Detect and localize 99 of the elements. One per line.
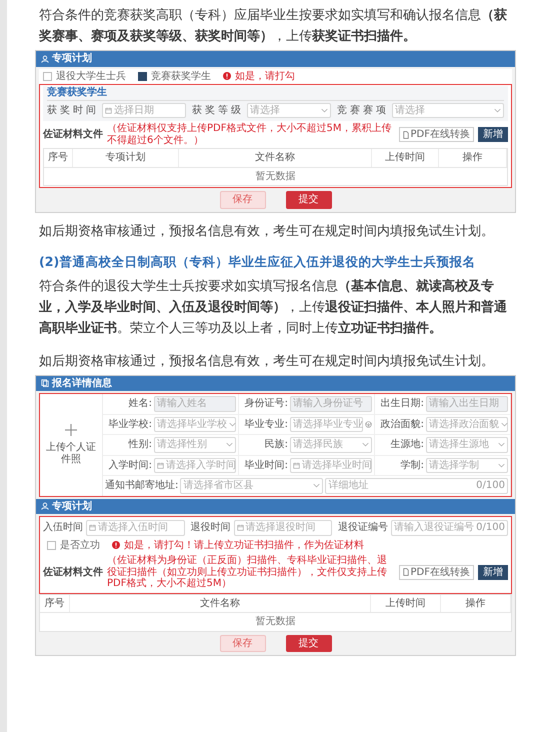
calendar-icon <box>293 462 300 469</box>
select-field[interactable]: 请选择政治面貌 <box>426 416 508 432</box>
body-paragraph: 符合条件的退役大学生士兵按要求如实填写报名信息（基本信息、就读高校及专业，入学及毕业时间、入伍及退役时间等），上传退役证扫描件、本人照片和普通高职毕业证书。荣立个人三等功及以上者，同时上传立功证书扫描件。 <box>39 278 508 338</box>
field-label: 出生日期: <box>380 398 424 410</box>
field-label: 民族: <box>264 439 288 450</box>
field-label: 毕业专业: <box>244 418 288 430</box>
column-header: 上传时间 <box>372 149 440 166</box>
chevron-down-icon <box>226 442 233 448</box>
calendar-icon <box>157 462 164 469</box>
date-field[interactable]: 请选择退役时间 <box>234 520 332 536</box>
section-heading: (2)普通高校全日制高职（专科）毕业生应征入伍并退役的大学生士兵预报名 <box>39 252 476 270</box>
select-field[interactable]: 请选择 <box>392 102 504 118</box>
add-button[interactable]: 新增 <box>478 126 508 142</box>
panel-title: 专项计划 <box>52 53 92 64</box>
pdf-convert-button[interactable]: PDF在线转换 <box>398 126 474 142</box>
checkbox-label: 退役大学生士兵 <box>56 70 126 82</box>
column-header: 操作 <box>439 149 507 166</box>
save-button[interactable]: 保存 <box>220 634 266 652</box>
photo-upload[interactable]: 上传个人证件照 <box>40 394 103 496</box>
empty-text: 暂无数据 <box>256 616 296 627</box>
field-label: 学制: <box>400 460 424 471</box>
chevron-down-icon <box>501 422 508 427</box>
column-header: 专项计划 <box>72 149 180 166</box>
note-paragraph: 如后期资格审核通过，预报名信息有效，考生可在规定时间内填报免试生计划。 <box>39 352 495 370</box>
document-icon <box>402 130 409 138</box>
field-label: 竞赛赛项 <box>337 104 390 116</box>
field-label: 入学时间: <box>108 460 152 471</box>
calendar-icon <box>89 524 96 532</box>
add-button[interactable]: 新增 <box>478 564 508 580</box>
field-label: 政治面貌: <box>380 418 424 430</box>
field-label: 生源地: <box>390 439 424 450</box>
person-icon <box>41 54 49 63</box>
select-field[interactable]: 请选择学制 <box>426 458 508 473</box>
files-note: （佐证材料为身份证（正反面）扫描件、专科毕业证扫描件、退役证扫描件（如立功则上传立功证书扫描件），文件仅支持上传PDF格式，大小不超过5M） <box>107 555 388 590</box>
select-field[interactable]: 请选择毕业学校 <box>154 416 236 432</box>
document-icon <box>402 568 409 576</box>
hint-text: 如是，请打勾 <box>235 70 295 82</box>
field-label: 退役时间 <box>190 522 231 534</box>
pdf-convert-button[interactable]: PDF在线转换 <box>398 564 474 580</box>
alert-icon <box>112 541 120 550</box>
files-label: 佐证材料文件 <box>43 128 103 140</box>
plus-icon <box>65 424 77 436</box>
section-title: 竞赛获奖学生 <box>47 87 504 100</box>
column-header: 序号 <box>40 594 70 612</box>
field-label: 姓名: <box>128 398 152 410</box>
files-note: （佐证材料仅支持上传PDF格式文件，大小不超过5M，累积上传不得超过6个文件。） <box>107 123 392 146</box>
input-field[interactable]: 详细地址 0/100 <box>325 478 508 494</box>
document-icon <box>41 379 49 388</box>
empty-text: 暂无数据 <box>256 170 296 182</box>
panel-title: 专项计划 <box>52 500 92 512</box>
chevron-down-icon <box>313 483 320 488</box>
checkbox-label: 竞赛获奖学生 <box>151 70 211 82</box>
field-label: 毕业时间: <box>244 460 288 471</box>
field-label: 入伍时间 <box>43 522 83 534</box>
select-field[interactable]: 请选择民族 <box>290 437 372 452</box>
panel-title: 报名详情信息 <box>52 378 112 389</box>
calendar-icon <box>236 524 244 532</box>
input-field[interactable]: 请输入退役证编号 0/100 <box>391 520 508 536</box>
checkbox[interactable] <box>47 540 56 550</box>
files-label: 佐证材料文件 <box>43 566 103 578</box>
chevron-down-icon <box>321 108 328 113</box>
column-header: 操作 <box>440 594 511 612</box>
field-label: 获奖时间 <box>47 104 99 116</box>
field-label: 通知书邮寄地址: <box>105 480 178 492</box>
calendar-icon <box>105 106 112 114</box>
submit-button[interactable]: 提交 <box>286 634 332 652</box>
column-header: 上传时间 <box>370 594 441 612</box>
column-header: 文件名称 <box>179 149 372 166</box>
date-field[interactable]: 请选择毕业时间 <box>290 458 372 473</box>
field-label: 身份证号: <box>244 398 288 410</box>
select-field[interactable]: 请选择性别 <box>154 437 236 452</box>
date-field[interactable]: 选择日期 <box>102 102 186 118</box>
chevron-down-icon <box>498 442 505 448</box>
chevron-down-icon <box>229 422 236 427</box>
person-icon <box>41 502 49 510</box>
date-field[interactable]: 请选择入伍时间 <box>86 520 185 536</box>
save-button[interactable]: 保存 <box>220 191 266 208</box>
field-label: 毕业学校: <box>108 418 152 430</box>
chevron-down-icon <box>362 442 369 448</box>
checkbox[interactable] <box>138 72 147 81</box>
column-header: 序号 <box>44 149 73 166</box>
field-label: 退役证编号 <box>338 522 388 534</box>
alert-icon <box>223 72 231 80</box>
upload-label: 上传个人证件照 <box>45 442 97 466</box>
select-field[interactable]: 请选择 <box>247 102 332 118</box>
note-paragraph: 如后期资格审核通过，预报名信息有效，考生可在规定时间内填报免试生计划。 <box>39 222 495 240</box>
submit-button[interactable]: 提交 <box>286 191 332 208</box>
field-label: 获奖等级 <box>192 104 244 116</box>
column-header: 文件名称 <box>70 594 371 612</box>
select-field[interactable]: 请选择生源地 <box>426 437 508 452</box>
field-label: 性别: <box>127 439 152 450</box>
select-field[interactable]: 请选择省市区县 <box>180 478 324 494</box>
date-field[interactable]: 请选择入学时间 <box>154 458 236 473</box>
intro-paragraph: 符合条件的竞赛获奖高职（专科）应届毕业生按要求如实填写和确认报名信息（获奖赛事、赛项及获奖等级、获奖时间等），上传获奖证书扫描件。 <box>39 7 508 46</box>
checkbox[interactable] <box>43 72 52 81</box>
hint-text: 如是，请打勾！请上传立功证书扫描件，作为佐证材料 <box>124 540 364 551</box>
chevron-down-icon <box>498 462 505 468</box>
chevron-down-icon <box>494 108 501 113</box>
checkbox-label: 是否立功 <box>60 540 100 551</box>
